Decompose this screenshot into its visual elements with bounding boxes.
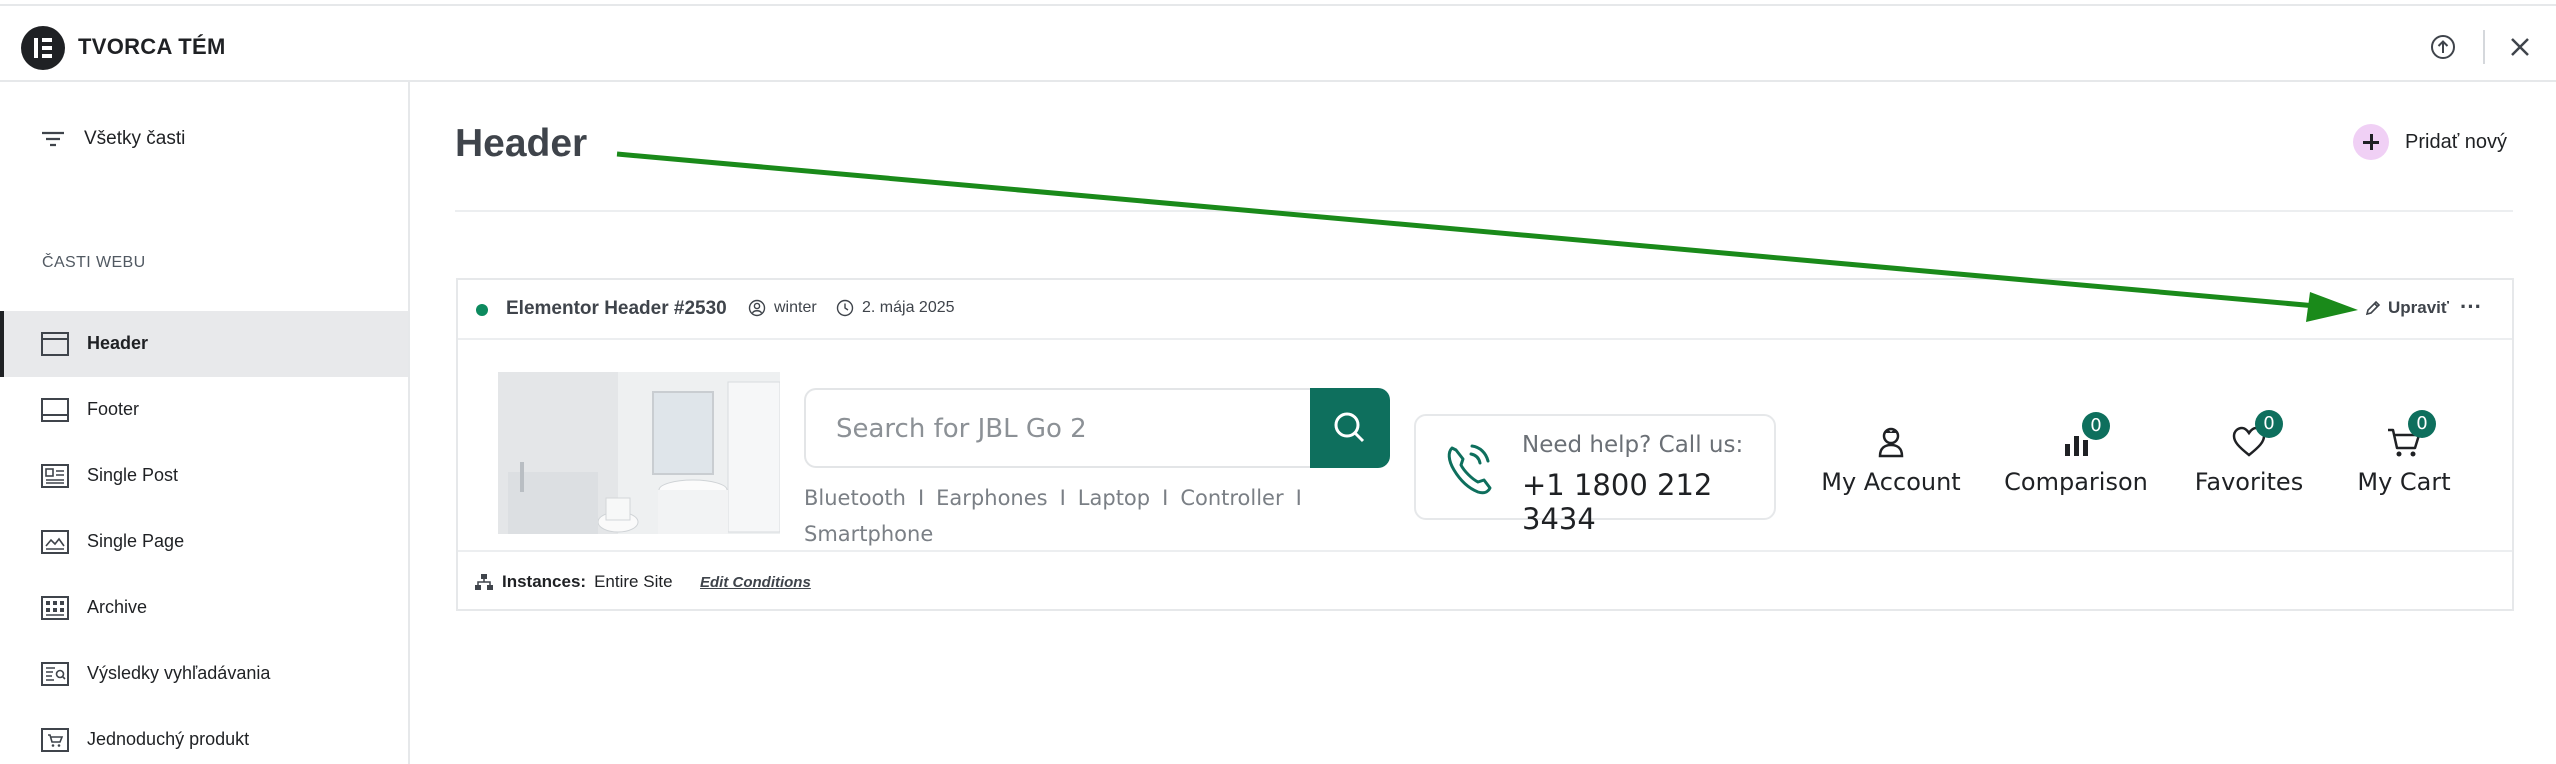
add-new-label: Pridať nový	[2405, 130, 2507, 153]
search-tags: Bluetooth I Earphones I Laptop I Controller I Sm…	[804, 480, 1324, 549]
plus-icon	[2353, 124, 2389, 160]
cart-label: My Cart	[2357, 468, 2451, 496]
user-circle-icon	[748, 299, 766, 317]
filter-lines-icon	[42, 131, 64, 147]
card-header: Elementor Header #2530 winter 2. mája 20…	[458, 280, 2512, 340]
sidebar-item-single-product[interactable]: Jednoduchý produkt	[0, 707, 408, 764]
help-contact-box: Need help? Call us: +1 1800 212 3434	[1414, 414, 1776, 536]
bathroom-thumbnail	[498, 372, 780, 534]
instances-value: Entire Site	[594, 572, 673, 591]
search-icon	[1334, 412, 1365, 443]
status-dot	[476, 304, 488, 316]
favorites-count-badge: 0	[2255, 410, 2283, 438]
sidebar-item-single-page[interactable]: Single Page	[0, 509, 408, 575]
sitemap-icon	[475, 574, 493, 590]
search-results-icon	[41, 662, 69, 686]
help-caption: Need help? Call us:	[1522, 432, 1744, 458]
tag-link[interactable]: Smartphone	[804, 522, 933, 546]
footer-layout-icon	[41, 398, 69, 422]
section-label: ČASTI WEBU	[42, 254, 146, 271]
tag-link[interactable]: Controller	[1180, 486, 1283, 510]
archive-grid-icon	[41, 596, 69, 620]
sidebar-item-label: Archive	[87, 597, 148, 617]
clock-icon	[836, 299, 854, 317]
instances-label: Instances:	[502, 572, 587, 591]
favorites-label: Favorites	[2194, 468, 2304, 496]
top-bar: TVORCA TÉM	[0, 6, 2556, 82]
favorites-link[interactable]: Favorites 0	[2184, 410, 2314, 496]
card-footer: Instances: Entire Site Edit Conditions	[458, 550, 2512, 610]
template-date: 2. mája 2025	[836, 299, 955, 317]
comparison-link[interactable]: Comparison 0	[1996, 412, 2156, 496]
help-phone-number[interactable]: +1 1800 212 3434	[1522, 468, 1774, 536]
tag-separator: I	[1059, 486, 1066, 510]
template-author: winter	[748, 299, 817, 317]
account-label: My Account	[1821, 468, 1961, 496]
elementor-logo-icon	[21, 26, 65, 70]
sidebar-item-search-results[interactable]: Výsledky vyhľadávania	[0, 641, 408, 707]
upload-circle-icon[interactable]	[2428, 32, 2458, 62]
my-account-link[interactable]: My Account	[1816, 422, 1966, 496]
sidebar-item-label: Footer	[87, 399, 140, 419]
template-card: Elementor Header #2530 winter 2. mája 20…	[456, 278, 2514, 611]
header-layout-icon	[41, 332, 69, 356]
sidebar-item-archive[interactable]: Archive	[0, 575, 408, 641]
edit-button[interactable]: Upraviť	[2364, 298, 2449, 318]
preview-search-button[interactable]	[1310, 388, 1390, 468]
sidebar-item-label: Výsledky vyhľadávania	[87, 663, 271, 683]
date-text: 2. mája 2025	[862, 299, 955, 316]
preview-search-input[interactable]: Search for JBL Go 2	[804, 388, 1312, 468]
sidebar-item-label: Single Post	[87, 465, 179, 485]
add-new-button[interactable]: Pridať nový	[2353, 124, 2507, 160]
topbar-separator	[2483, 30, 2485, 64]
search-placeholder: Search for JBL Go 2	[836, 414, 1087, 444]
sidebar-item-label: Single Page	[87, 531, 185, 551]
more-options-icon[interactable]: ···	[2456, 294, 2486, 324]
app-title: TVORCA TÉM	[78, 34, 226, 59]
comparison-label: Comparison	[2004, 468, 2148, 496]
title-divider	[455, 210, 2513, 212]
sidebar-item-label: Header	[87, 333, 149, 353]
all-parts-label: Všetky časti	[84, 128, 186, 149]
single-page-icon	[41, 530, 69, 554]
tag-separator: I	[917, 486, 925, 510]
edit-conditions-link[interactable]: Edit Conditions	[700, 574, 811, 591]
tag-separator: I	[1295, 486, 1302, 510]
product-icon	[41, 728, 69, 752]
single-post-icon	[41, 464, 69, 488]
sidebar-item-single-post[interactable]: Single Post	[0, 443, 408, 509]
sidebar-item-header[interactable]: Header	[0, 311, 408, 377]
phone-call-icon	[1447, 444, 1492, 495]
sidebar-item-label: Jednoduchý produkt	[87, 729, 250, 749]
instances-info: Instances: Entire Site	[474, 572, 673, 592]
sidebar: Všetky časti ČASTI WEBU Header Footer Si…	[0, 82, 410, 764]
tag-link[interactable]: Laptop	[1078, 486, 1150, 510]
author-name: winter	[774, 299, 817, 316]
all-parts-filter[interactable]: Všetky časti	[40, 128, 185, 150]
tag-link[interactable]: Bluetooth	[804, 486, 906, 510]
cart-count-badge: 0	[2408, 410, 2436, 438]
close-icon[interactable]	[2505, 32, 2535, 62]
edit-label: Upraviť	[2388, 298, 2450, 317]
sidebar-item-footer[interactable]: Footer	[0, 377, 408, 443]
tag-separator: I	[1162, 486, 1169, 510]
header-preview[interactable]: Search for JBL Go 2 Bluetooth I Earphones I…	[458, 342, 2512, 549]
template-title: Elementor Header #2530	[506, 298, 727, 319]
comparison-count-badge: 0	[2082, 412, 2110, 440]
account-icon	[1878, 427, 1904, 458]
pencil-icon	[2365, 300, 2381, 316]
page-title: Header	[455, 122, 588, 165]
my-cart-link[interactable]: My Cart 0	[2344, 410, 2464, 496]
tag-link[interactable]: Earphones	[936, 486, 1047, 510]
